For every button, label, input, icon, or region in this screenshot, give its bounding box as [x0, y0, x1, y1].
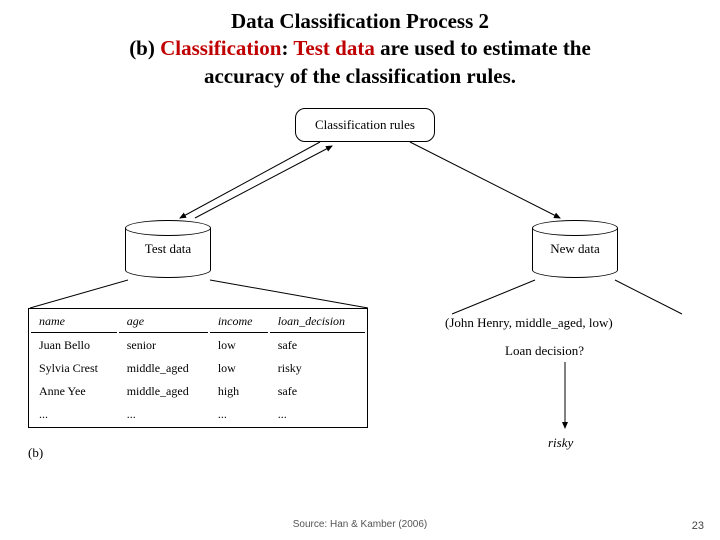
cell: middle_aged — [119, 358, 208, 379]
new-data-tuple: (John Henry, middle_aged, low) — [445, 315, 613, 331]
word-classification: Classification — [160, 36, 281, 60]
word-testdata: Test data — [293, 36, 375, 60]
loan-decision-question: Loan decision? — [505, 343, 584, 359]
cell: ... — [31, 404, 117, 425]
cell: Juan Bello — [31, 335, 117, 356]
line2-prefix: (b) — [129, 36, 160, 60]
test-data-label: Test data — [145, 241, 191, 257]
arrows-svg — [0, 100, 720, 490]
cell: safe — [270, 335, 365, 356]
line2-suffix: are used to estimate the — [375, 36, 591, 60]
cell: high — [210, 381, 268, 402]
cell: Sylvia Crest — [31, 358, 117, 379]
title-line1: Data Classification Process 2 — [40, 8, 680, 35]
cell: ... — [210, 404, 268, 425]
cylinder-top — [125, 220, 211, 236]
col-loan: loan_decision — [270, 311, 365, 333]
table-row: Anne Yee middle_aged high safe — [31, 381, 365, 402]
table-row: Juan Bello senior low safe — [31, 335, 365, 356]
rules-box-label: Classification rules — [315, 117, 415, 133]
new-data-label: New data — [550, 241, 599, 257]
cylinder-top — [532, 220, 618, 236]
new-data-cylinder: New data — [532, 220, 618, 278]
classification-rules-box: Classification rules — [295, 108, 435, 142]
cell: Anne Yee — [31, 381, 117, 402]
cell: ... — [119, 404, 208, 425]
result-risky: risky — [548, 435, 573, 451]
cell: senior — [119, 335, 208, 356]
col-income: income — [210, 311, 268, 333]
title-line3: accuracy of the classification rules. — [40, 63, 680, 90]
diagram-area: Classification rules Test data New data … — [0, 100, 720, 490]
cell: low — [210, 358, 268, 379]
table-row: ... ... ... ... — [31, 404, 365, 425]
cell: middle_aged — [119, 381, 208, 402]
cell: safe — [270, 381, 365, 402]
cell: risky — [270, 358, 365, 379]
col-age: age — [119, 311, 208, 333]
part-b-label: (b) — [28, 445, 43, 461]
cell: low — [210, 335, 268, 356]
table-row: Sylvia Crest middle_aged low risky — [31, 358, 365, 379]
line2-colon: : — [281, 36, 293, 60]
slide-title: Data Classification Process 2 (b) Classi… — [0, 0, 720, 100]
table-header-row: name age income loan_decision — [31, 311, 365, 333]
page-number: 23 — [692, 520, 704, 532]
test-data-cylinder: Test data — [125, 220, 211, 278]
title-line2: (b) Classification: Test data are used t… — [40, 35, 680, 62]
test-data-table: name age income loan_decision Juan Bello… — [28, 308, 368, 428]
col-name: name — [31, 311, 117, 333]
cell: ... — [270, 404, 365, 425]
footer-source: Source: Han & Kamber (2006) — [0, 519, 720, 530]
